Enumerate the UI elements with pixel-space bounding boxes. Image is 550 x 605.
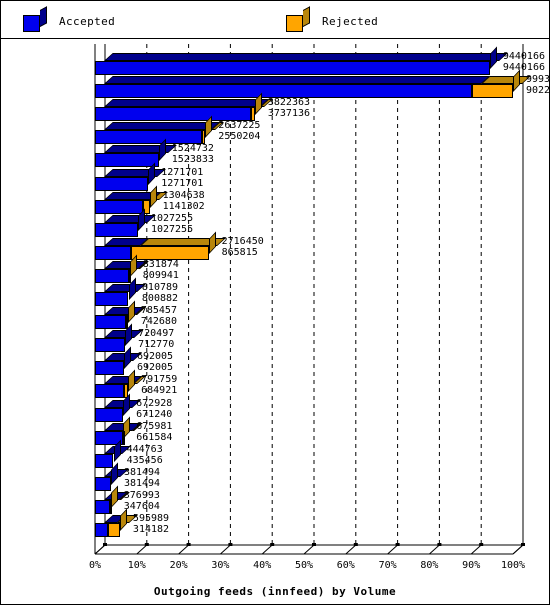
chart-legend: Accepted Rejected [1,1,549,39]
chart-page: Accepted Rejected tsukubabete-des-vosges… [0,0,550,605]
legend-label-accepted: Accepted [59,14,116,28]
x-tick-label-60pct: 60% [336,560,355,571]
x-tick-label-40pct: 40% [253,560,272,571]
cube-icon-accepted [23,6,47,32]
cube-icon-rejected [286,6,310,32]
x-tick-label-100pct: 100% [500,560,526,571]
x-tick-label-90pct: 90% [462,560,481,571]
chart-x-axis-title: Outgoing feeds (innfeed) by Volume [153,585,397,598]
x-tick-label-80pct: 80% [420,560,439,571]
x-axis [94,543,525,555]
legend-label-rejected: Rejected [322,14,379,28]
legend-item-accepted: Accepted [23,6,116,33]
x-tick-label-0pct: 0% [88,560,102,571]
legend-item-rejected: Rejected [286,6,379,33]
x-tick-label-30pct: 30% [211,560,230,571]
x-tick-label-70pct: 70% [378,560,397,571]
x-tick-label-20pct: 20% [169,560,188,571]
x-tick-label-10pct: 10% [127,560,146,571]
chart-plot-area: tsukubabete-des-vosgeshttrackfuriebirota… [1,40,549,604]
x-tick-label-50pct: 50% [294,560,314,571]
